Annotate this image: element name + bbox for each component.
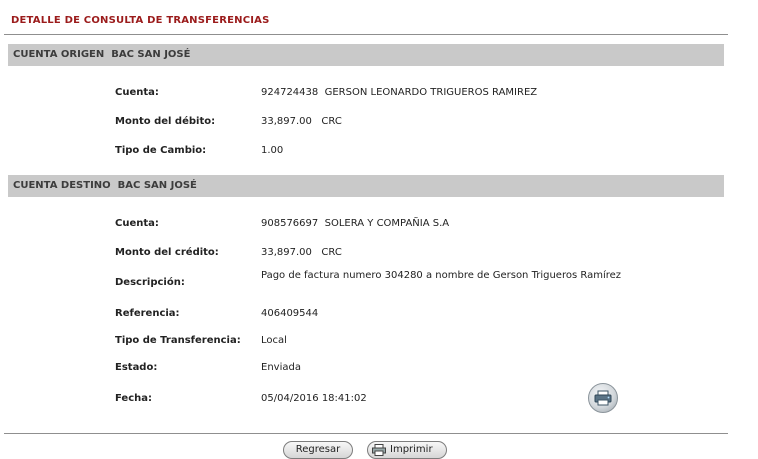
exchange-rate-label: Tipo de Cambio: [115, 145, 207, 156]
printer-icon [372, 444, 386, 456]
footer-divider [4, 433, 728, 434]
destination-account-value: 908576697 SOLERA Y COMPAÑIA S.A [261, 218, 450, 229]
back-button[interactable]: Regresar [283, 441, 353, 459]
description-value: Pago de factura numero 304280 a nombre d… [261, 270, 622, 281]
description-label: Descripción: [115, 277, 185, 288]
printer-icon[interactable] [588, 383, 618, 413]
origin-account-value: 924724438 GERSON LEONARDO TRIGUEROS RAMI… [261, 87, 538, 98]
credit-amount-value: 33,897.00 CRC [261, 247, 342, 258]
reference-label: Referencia: [115, 308, 180, 319]
reference-value: 406409544 [261, 308, 319, 319]
date-label: Fecha: [115, 393, 153, 404]
destination-account-label: Cuenta: [115, 218, 159, 229]
destination-section-header: CUENTA DESTINO BAC SAN JOSÉ [8, 175, 724, 197]
origin-section-header: CUENTA ORIGEN BAC SAN JOSÉ [8, 44, 724, 66]
debit-amount-value: 33,897.00 CRC [261, 116, 342, 127]
transfer-type-label: Tipo de Transferencia: [115, 335, 241, 346]
credit-amount-label: Monto del crédito: [115, 247, 219, 258]
date-value: 05/04/2016 18:41:02 [261, 393, 367, 404]
exchange-rate-value: 1.00 [261, 145, 284, 156]
debit-amount-label: Monto del débito: [115, 116, 216, 127]
transfer-type-value: Local [261, 335, 287, 346]
printer-glyph [594, 390, 612, 406]
origin-account-label: Cuenta: [115, 87, 159, 98]
title-divider [4, 34, 728, 35]
print-button[interactable]: Imprimir [367, 441, 447, 459]
status-value: Enviada [261, 362, 301, 373]
page-title: DETALLE DE CONSULTA DE TRANSFERENCIAS [11, 15, 270, 26]
status-label: Estado: [115, 362, 158, 373]
